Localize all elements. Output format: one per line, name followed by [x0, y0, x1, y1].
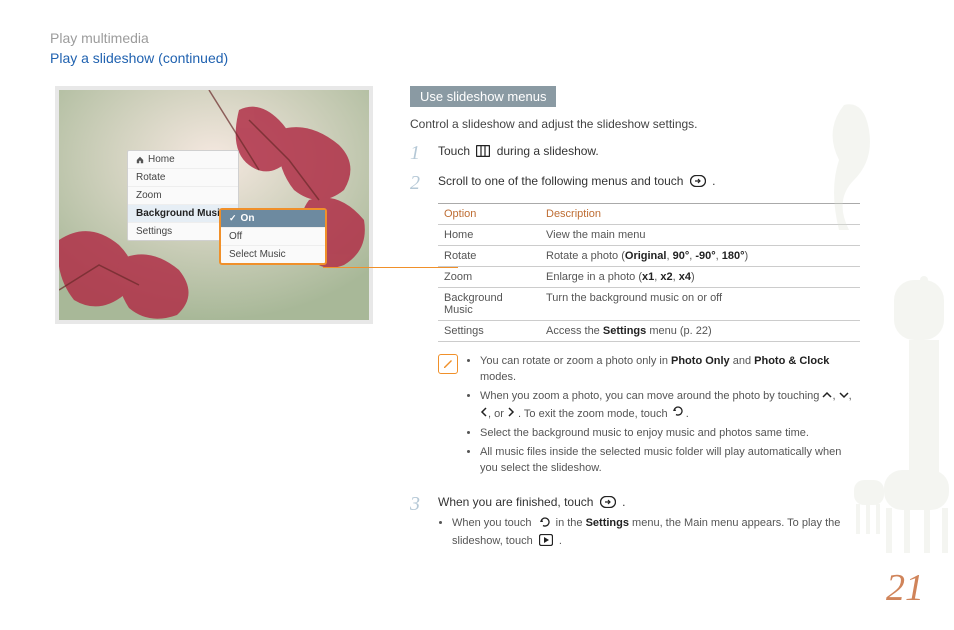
- table-row: Settings Access the Settings menu (p. 22…: [438, 321, 860, 342]
- intro-text: Control a slideshow and adjust the slide…: [410, 117, 860, 131]
- back-icon: [671, 408, 683, 420]
- submenu-item-on: ✓On: [221, 210, 325, 228]
- step-number-2: 2: [410, 173, 428, 193]
- back-icon: [538, 516, 550, 534]
- note-text: You can rotate or zoom a photo only in P…: [466, 354, 860, 480]
- menu-item-rotate: Rotate: [128, 169, 238, 187]
- page-number: 21: [886, 566, 924, 610]
- table-row: Zoom Enlarge in a photo (x1, x2, x4): [438, 267, 860, 288]
- menu-icon: [476, 145, 490, 162]
- decorative-giraffe-bg: [824, 100, 954, 560]
- table-row: Rotate Rotate a photo (Original, 90°, -9…: [438, 246, 860, 267]
- menu-item-home: Home: [128, 151, 238, 169]
- example-screenshot: Home Rotate Zoom Background Music Settin…: [55, 86, 373, 324]
- breadcrumb-section: Play multimedia: [50, 30, 954, 46]
- step-2-text: Scroll to one of the following menus and…: [438, 173, 860, 193]
- callout-leader-line: [323, 265, 458, 268]
- table-row: Background Music Turn the background mus…: [438, 288, 860, 321]
- play-icon: [539, 534, 553, 552]
- enter-icon: [600, 496, 616, 513]
- right-icon: [507, 408, 515, 420]
- submenu-item-off: Off: [221, 228, 325, 246]
- note-icon: [438, 354, 458, 374]
- enter-icon: [690, 175, 706, 192]
- step-number-3: 3: [410, 494, 428, 553]
- step-number-1: 1: [410, 143, 428, 163]
- options-table: Option Description Home View the main me…: [438, 203, 860, 342]
- step-3-text: When you are finished, touch . When you …: [438, 494, 860, 553]
- left-icon: [480, 408, 488, 420]
- col-option: Option: [438, 204, 540, 225]
- col-description: Description: [540, 204, 860, 225]
- bgmusic-submenu-callout: ✓On Off Select Music: [219, 208, 327, 265]
- submenu-item-select-music: Select Music: [221, 246, 325, 263]
- breadcrumb-page: Play a slideshow (continued): [50, 50, 954, 66]
- table-row: Home View the main menu: [438, 225, 860, 246]
- step-1-text: Touch during a slideshow.: [438, 143, 860, 163]
- menu-item-zoom: Zoom: [128, 187, 238, 205]
- section-heading: Use slideshow menus: [410, 86, 556, 107]
